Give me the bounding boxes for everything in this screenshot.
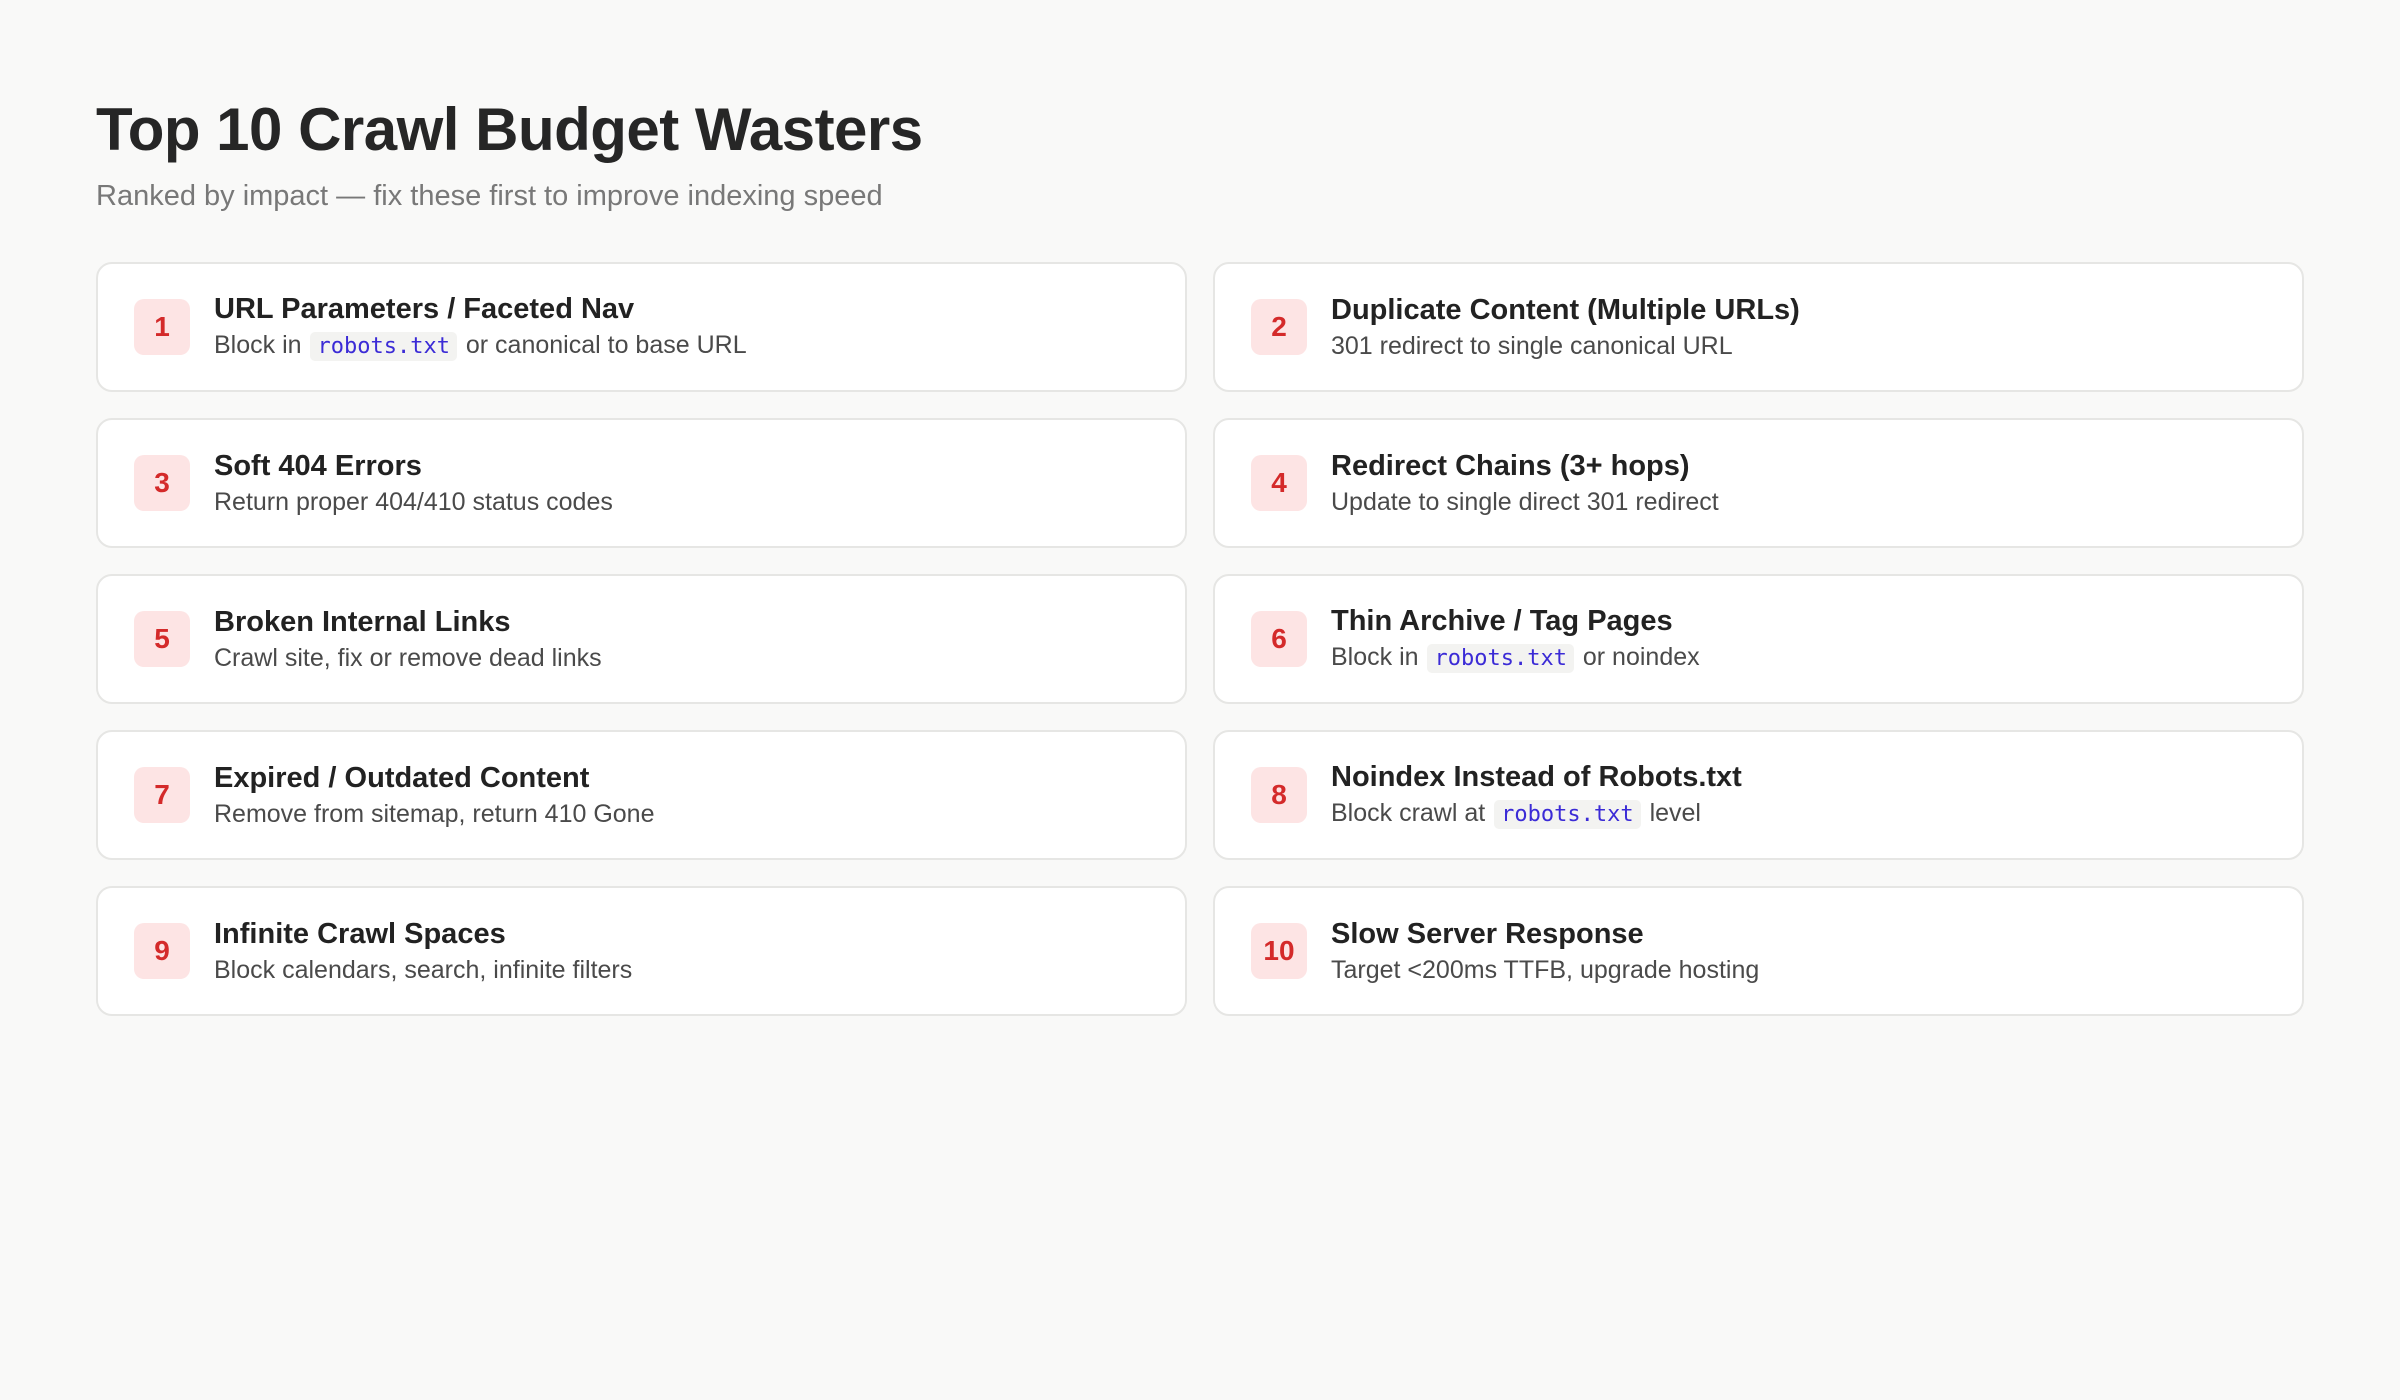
card-title: Redirect Chains (3+ hops) — [1331, 449, 1690, 482]
card-title: Expired / Outdated Content — [214, 761, 590, 794]
waster-card-7: 7 Expired / Outdated Content Remove from… — [96, 730, 1187, 860]
card-title: Slow Server Response — [1331, 917, 1644, 950]
card-title: Noindex Instead of Robots.txt — [1331, 760, 1742, 793]
description-text: Target <200ms TTFB, upgrade hosting — [1331, 955, 1760, 984]
rank-badge: 4 — [1251, 455, 1307, 511]
waster-card-9: 9 Infinite Crawl Spaces Block calendars,… — [96, 886, 1187, 1016]
card-description: Block calendars, search, infinite filter… — [214, 953, 632, 987]
rank-badge: 2 — [1251, 299, 1307, 355]
card-text: URL Parameters / Faceted Nav Block in ro… — [214, 291, 747, 364]
description-text: 301 redirect to single canonical URL — [1331, 331, 1733, 360]
rank-badge: 8 — [1251, 767, 1307, 823]
rank-badge: 10 — [1251, 923, 1307, 979]
card-text: Redirect Chains (3+ hops) Update to sing… — [1331, 448, 1719, 519]
rank-badge: 9 — [134, 923, 190, 979]
waster-card-4: 4 Redirect Chains (3+ hops) Update to si… — [1213, 418, 2304, 548]
waster-card-5: 5 Broken Internal Links Crawl site, fix … — [96, 574, 1187, 704]
page-title: Top 10 Crawl Budget Wasters — [96, 96, 923, 163]
description-text: Block calendars, search, infinite filter… — [214, 955, 633, 984]
card-title: Broken Internal Links — [214, 605, 511, 638]
card-text: Thin Archive / Tag Pages Block in robots… — [1331, 603, 1700, 676]
card-title: URL Parameters / Faceted Nav — [214, 292, 635, 325]
card-text: Broken Internal Links Crawl site, fix or… — [214, 604, 602, 675]
code-snippet: robots.txt — [310, 331, 457, 361]
description-text: Crawl site, fix or remove dead links — [214, 643, 602, 672]
waster-card-10: 10 Slow Server Response Target <200ms TT… — [1213, 886, 2304, 1016]
card-title: Thin Archive / Tag Pages — [1331, 604, 1673, 637]
card-description: Block in robots.txt or canonical to base… — [214, 328, 747, 364]
card-text: Slow Server Response Target <200ms TTFB,… — [1331, 916, 1759, 987]
card-text: Infinite Crawl Spaces Block calendars, s… — [214, 916, 632, 987]
description-text: Block in — [214, 330, 309, 359]
card-text: Soft 404 Errors Return proper 404/410 st… — [214, 448, 613, 519]
description-text: Block in — [1331, 642, 1426, 671]
card-description: Update to single direct 301 redirect — [1331, 485, 1719, 519]
card-title: Infinite Crawl Spaces — [214, 917, 506, 950]
code-snippet: robots.txt — [1427, 643, 1574, 673]
page-subtitle: Ranked by impact — fix these first to im… — [96, 180, 883, 212]
description-text: or canonical to base URL — [458, 330, 747, 359]
card-title: Duplicate Content (Multiple URLs) — [1331, 293, 1800, 326]
waster-card-8: 8 Noindex Instead of Robots.txt Block cr… — [1213, 730, 2304, 860]
card-description: Crawl site, fix or remove dead links — [214, 641, 602, 675]
rank-badge: 7 — [134, 767, 190, 823]
card-description: Remove from sitemap, return 410 Gone — [214, 797, 654, 831]
rank-badge: 6 — [1251, 611, 1307, 667]
page: Top 10 Crawl Budget Wasters Ranked by im… — [96, 92, 2304, 1016]
waster-card-1: 1 URL Parameters / Faceted Nav Block in … — [96, 262, 1187, 392]
card-description: Block in robots.txt or noindex — [1331, 640, 1700, 676]
description-text: Remove from sitemap, return 410 Gone — [214, 799, 655, 828]
card-text: Expired / Outdated Content Remove from s… — [214, 760, 654, 831]
waster-card-3: 3 Soft 404 Errors Return proper 404/410 … — [96, 418, 1187, 548]
wasters-grid: 1 URL Parameters / Faceted Nav Block in … — [96, 262, 2304, 1016]
card-description: Target <200ms TTFB, upgrade hosting — [1331, 953, 1759, 987]
rank-badge: 5 — [134, 611, 190, 667]
card-description: Return proper 404/410 status codes — [214, 485, 613, 519]
description-text: Return proper 404/410 status codes — [214, 487, 613, 516]
waster-card-6: 6 Thin Archive / Tag Pages Block in robo… — [1213, 574, 2304, 704]
rank-badge: 1 — [134, 299, 190, 355]
card-text: Duplicate Content (Multiple URLs) 301 re… — [1331, 292, 1800, 363]
code-snippet: robots.txt — [1494, 799, 1641, 829]
description-text: Update to single direct 301 redirect — [1331, 487, 1719, 516]
card-title: Soft 404 Errors — [214, 449, 422, 482]
waster-card-2: 2 Duplicate Content (Multiple URLs) 301 … — [1213, 262, 2304, 392]
description-text: or noindex — [1575, 642, 1700, 671]
description-text: level — [1642, 798, 1701, 827]
description-text: Block crawl at — [1331, 798, 1493, 827]
rank-badge: 3 — [134, 455, 190, 511]
card-description: 301 redirect to single canonical URL — [1331, 329, 1800, 363]
card-description: Block crawl at robots.txt level — [1331, 796, 1742, 832]
card-text: Noindex Instead of Robots.txt Block craw… — [1331, 759, 1742, 832]
